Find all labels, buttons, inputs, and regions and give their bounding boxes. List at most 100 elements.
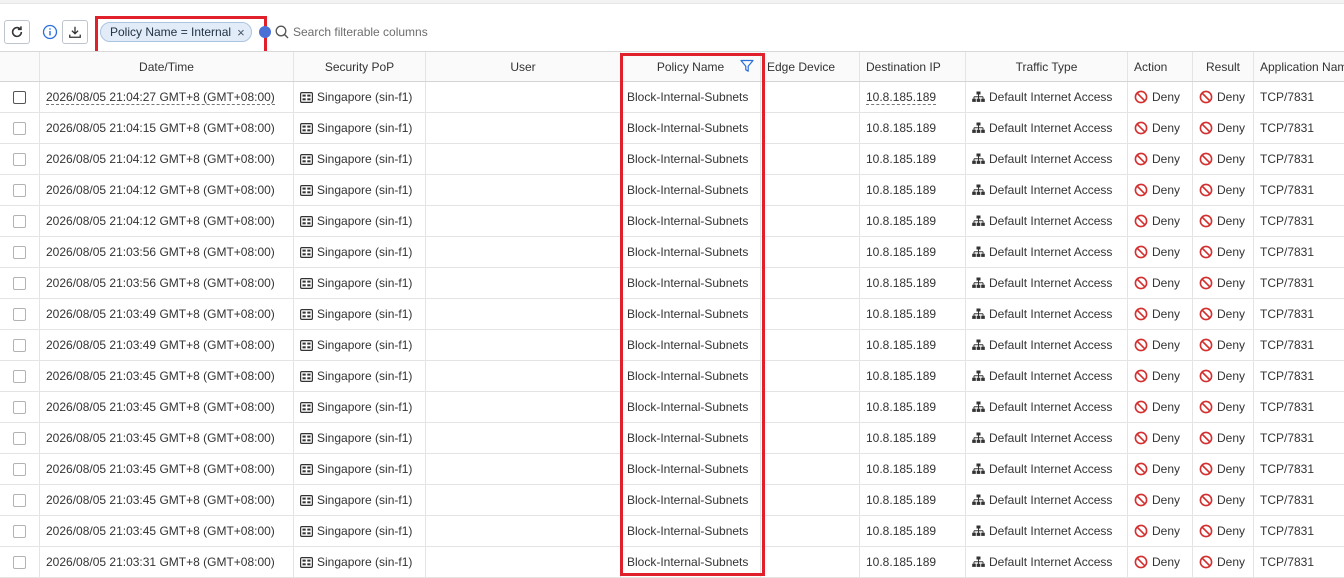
policy-name-value[interactable]: Block-Internal-Subnets (627, 400, 748, 414)
row-checkbox[interactable] (13, 121, 26, 135)
table-row[interactable]: 2026/08/05 21:03:56 GMT+8 (GMT+08:00) Sin… (0, 268, 1344, 299)
policy-name-value[interactable]: Block-Internal-Subnets (627, 183, 748, 197)
row-checkbox[interactable] (13, 431, 26, 445)
table-row[interactable]: 2026/08/05 21:03:49 GMT+8 (GMT+08:00) Sin… (0, 330, 1344, 361)
column-header-datetime[interactable]: Date/Time (40, 52, 294, 81)
table-row[interactable]: 2026/08/05 21:04:15 GMT+8 (GMT+08:00) Sin… (0, 113, 1344, 144)
column-header-destination-ip[interactable]: Destination IP (860, 52, 966, 81)
table-row[interactable]: 2026/08/05 21:03:45 GMT+8 (GMT+08:00) Sin… (0, 454, 1344, 485)
row-checkbox[interactable] (13, 276, 26, 290)
filter-chip[interactable]: Policy Name = Internal × (100, 22, 252, 42)
table-row[interactable]: 2026/08/05 21:03:45 GMT+8 (GMT+08:00) Sin… (0, 516, 1344, 547)
refresh-button[interactable] (4, 20, 30, 44)
policy-name-value[interactable]: Block-Internal-Subnets (627, 524, 748, 538)
datetime-value[interactable]: 2026/08/05 21:03:56 GMT+8 (GMT+08:00) (46, 276, 275, 290)
destination-ip-value[interactable]: 10.8.185.189 (866, 121, 936, 135)
policy-name-value[interactable]: Block-Internal-Subnets (627, 276, 748, 290)
column-header-action[interactable]: Action (1128, 52, 1193, 81)
policy-name-value[interactable]: Block-Internal-Subnets (627, 245, 748, 259)
row-checkbox[interactable] (13, 462, 26, 476)
destination-ip-value[interactable]: 10.8.185.189 (866, 369, 936, 383)
datetime-value[interactable]: 2026/08/05 21:03:45 GMT+8 (GMT+08:00) (46, 524, 275, 538)
destination-ip-value[interactable]: 10.8.185.189 (866, 152, 936, 166)
datetime-value[interactable]: 2026/08/05 21:04:15 GMT+8 (GMT+08:00) (46, 121, 275, 135)
destination-ip-value[interactable]: 10.8.185.189 (866, 245, 936, 259)
datetime-value[interactable]: 2026/08/05 21:04:27 GMT+8 (GMT+08:00) (46, 90, 275, 105)
table-row[interactable]: 2026/08/05 21:03:31 GMT+8 (GMT+08:00) Sin… (0, 547, 1344, 578)
column-header-application-name[interactable]: Application Name (1254, 52, 1344, 81)
row-checkbox[interactable] (13, 555, 26, 569)
row-checkbox[interactable] (13, 183, 26, 197)
datetime-value[interactable]: 2026/08/05 21:03:31 GMT+8 (GMT+08:00) (46, 555, 275, 569)
policy-name-value[interactable]: Block-Internal-Subnets (627, 431, 748, 445)
policy-name-value[interactable]: Block-Internal-Subnets (627, 369, 748, 383)
row-checkbox[interactable] (13, 400, 26, 414)
table-row[interactable]: 2026/08/05 21:04:12 GMT+8 (GMT+08:00) Sin… (0, 206, 1344, 237)
policy-name-value[interactable]: Block-Internal-Subnets (627, 338, 748, 352)
policy-name-value[interactable]: Block-Internal-Subnets (627, 152, 748, 166)
datetime-value[interactable]: 2026/08/05 21:03:45 GMT+8 (GMT+08:00) (46, 431, 275, 445)
datetime-value[interactable]: 2026/08/05 21:03:49 GMT+8 (GMT+08:00) (46, 307, 275, 321)
datetime-value[interactable]: 2026/08/05 21:04:12 GMT+8 (GMT+08:00) (46, 152, 275, 166)
row-checkbox[interactable] (13, 493, 26, 507)
policy-name-value[interactable]: Block-Internal-Subnets (627, 307, 748, 321)
row-checkbox[interactable] (13, 338, 26, 352)
destination-ip-value[interactable]: 10.8.185.189 (866, 400, 936, 414)
search-input[interactable] (290, 20, 1336, 44)
datetime-value[interactable]: 2026/08/05 21:03:49 GMT+8 (GMT+08:00) (46, 338, 275, 352)
destination-ip-value[interactable]: 10.8.185.189 (866, 493, 936, 507)
destination-ip-value[interactable]: 10.8.185.189 (866, 462, 936, 476)
close-icon[interactable]: × (237, 26, 245, 39)
datetime-value[interactable]: 2026/08/05 21:03:45 GMT+8 (GMT+08:00) (46, 400, 275, 414)
table-row[interactable]: 2026/08/05 21:04:12 GMT+8 (GMT+08:00) Sin… (0, 175, 1344, 206)
table-row[interactable]: 2026/08/05 21:03:45 GMT+8 (GMT+08:00) Sin… (0, 392, 1344, 423)
destination-ip-value[interactable]: 10.8.185.189 (866, 431, 936, 445)
row-checkbox[interactable] (13, 90, 26, 104)
destination-ip-value[interactable]: 10.8.185.189 (866, 276, 936, 290)
column-header-traffic-type[interactable]: Traffic Type (966, 52, 1128, 81)
table-row[interactable]: 2026/08/05 21:04:27 GMT+8 (GMT+08:00) Sin… (0, 82, 1344, 113)
info-icon[interactable] (42, 24, 58, 40)
row-checkbox[interactable] (13, 214, 26, 228)
datetime-value[interactable]: 2026/08/05 21:03:56 GMT+8 (GMT+08:00) (46, 245, 275, 259)
destination-ip-value[interactable]: 10.8.185.189 (866, 338, 936, 352)
policy-name-value[interactable]: Block-Internal-Subnets (627, 555, 748, 569)
datetime-value[interactable]: 2026/08/05 21:03:45 GMT+8 (GMT+08:00) (46, 493, 275, 507)
destination-ip-value[interactable]: 10.8.185.189 (866, 307, 936, 321)
destination-ip-value[interactable]: 10.8.185.189 (866, 555, 936, 569)
row-checkbox[interactable] (13, 524, 26, 538)
policy-name-value[interactable]: Block-Internal-Subnets (627, 493, 748, 507)
table-row[interactable]: 2026/08/05 21:03:45 GMT+8 (GMT+08:00) Sin… (0, 423, 1344, 454)
column-header-result[interactable]: Result (1193, 52, 1254, 81)
table-row[interactable]: 2026/08/05 21:04:12 GMT+8 (GMT+08:00) Sin… (0, 144, 1344, 175)
traffic-type-cell: Default Internet Access (966, 82, 1128, 112)
datetime-value[interactable]: 2026/08/05 21:03:45 GMT+8 (GMT+08:00) (46, 369, 275, 383)
destination-ip-value[interactable]: 10.8.185.189 (866, 524, 936, 538)
filter-icon[interactable] (740, 59, 754, 73)
row-checkbox[interactable] (13, 152, 26, 166)
datetime-value[interactable]: 2026/08/05 21:04:12 GMT+8 (GMT+08:00) (46, 183, 275, 197)
destination-ip-value[interactable]: 10.8.185.189 (866, 183, 936, 197)
application-name-value: TCP/7831 (1260, 555, 1315, 569)
destination-ip-value[interactable]: 10.8.185.189 (866, 90, 937, 105)
row-checkbox[interactable] (13, 245, 26, 259)
column-header-user[interactable]: User (426, 52, 621, 81)
datetime-value[interactable]: 2026/08/05 21:03:45 GMT+8 (GMT+08:00) (46, 462, 275, 476)
policy-name-value[interactable]: Block-Internal-Subnets (627, 462, 748, 476)
table-row[interactable]: 2026/08/05 21:03:45 GMT+8 (GMT+08:00) Sin… (0, 361, 1344, 392)
column-header-security-pop[interactable]: Security PoP (294, 52, 426, 81)
policy-name-value[interactable]: Block-Internal-Subnets (627, 90, 748, 104)
export-button[interactable] (62, 20, 88, 44)
destination-ip-value[interactable]: 10.8.185.189 (866, 214, 936, 228)
row-checkbox[interactable] (13, 307, 26, 321)
table-row[interactable]: 2026/08/05 21:03:56 GMT+8 (GMT+08:00) Sin… (0, 237, 1344, 268)
policy-name-value[interactable]: Block-Internal-Subnets (627, 214, 748, 228)
row-checkbox[interactable] (13, 369, 26, 383)
datetime-value[interactable]: 2026/08/05 21:04:12 GMT+8 (GMT+08:00) (46, 214, 275, 228)
table-row[interactable]: 2026/08/05 21:03:45 GMT+8 (GMT+08:00) Sin… (0, 485, 1344, 516)
network-icon (972, 122, 985, 133)
table-row[interactable]: 2026/08/05 21:03:49 GMT+8 (GMT+08:00) Sin… (0, 299, 1344, 330)
policy-name-value[interactable]: Block-Internal-Subnets (627, 121, 748, 135)
column-header-edge-device[interactable]: Edge Device (761, 52, 860, 81)
column-header-policy-name[interactable]: Policy Name (621, 52, 761, 81)
